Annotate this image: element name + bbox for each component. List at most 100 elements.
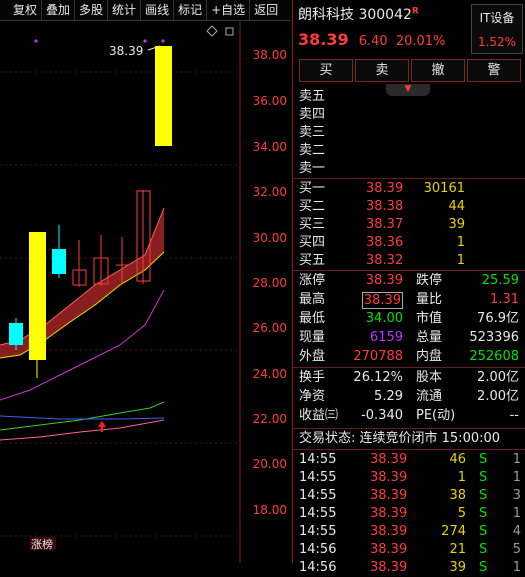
stat-label: 市值 [416, 311, 443, 326]
toolbar-draw-line[interactable]: 画线 [141, 0, 175, 20]
stat-value: 270788 [353, 349, 403, 364]
sell-button[interactable]: 卖 [355, 59, 409, 82]
tick-price: 38.39 [370, 560, 408, 575]
tick-volume: 39 [449, 560, 466, 575]
tick-time: 14:55 [299, 524, 337, 539]
toolbar-mark[interactable]: 标记 [174, 0, 208, 20]
peak-price-label: 38.39 [109, 44, 143, 58]
expand-icon[interactable] [225, 27, 234, 36]
ask-label: 卖五 [299, 89, 326, 104]
stat-value: 26.12% [353, 370, 403, 385]
tick-time: 14:55 [299, 488, 337, 503]
toolbar-back[interactable]: 返回 [250, 0, 282, 20]
tick-side: S [479, 488, 488, 503]
alert-button[interactable]: 警 [467, 59, 521, 82]
buy-button[interactable]: 买 [299, 59, 353, 82]
stat-value: 34.00 [365, 311, 403, 326]
stat-row: 最高 38.39 量比 1.31 [293, 291, 525, 309]
y-tick-label: 38.00 [253, 48, 287, 62]
stat-value: 523396 [469, 330, 519, 345]
toolbar-add-watchlist[interactable]: +自选 [207, 0, 251, 20]
toolbar: 复权 叠加 多股 统计 画线 标记 +自选 返回 [0, 0, 291, 21]
toolbar-overlay[interactable]: 叠加 [42, 0, 76, 20]
tick-count: 5 [512, 542, 521, 557]
y-tick-label: 20.00 [253, 457, 287, 471]
stat-row: 最低 34.00 市值 76.9亿 [293, 310, 525, 328]
toolbar-statistics[interactable]: 统计 [108, 0, 142, 20]
current-price: 38.39 [298, 30, 349, 49]
boll-band [0, 208, 164, 358]
stat-value: 38.39 [361, 292, 403, 309]
stat-value: 38.39 [365, 273, 403, 288]
tick-time: 14:55 [299, 470, 337, 485]
kline-chart[interactable]: 38.00 36.00 34.00 32.00 30.00 28.00 26.0… [0, 21, 292, 563]
ask-label: 卖三 [299, 125, 326, 140]
tick-side: S [479, 524, 488, 539]
sector-name: IT设备 [479, 11, 515, 25]
limit-up-rank-tag[interactable]: 涨榜 [31, 537, 53, 551]
stat-label: PE(动) [416, 408, 456, 423]
price-change: 6.40 [358, 34, 388, 49]
tick-price: 38.39 [370, 488, 408, 503]
stat-label: 收益㈢ [299, 408, 339, 423]
tick-time: 14:56 [299, 560, 337, 575]
bid-row[interactable]: 买三 38.37 39 [293, 216, 525, 234]
bid-row[interactable]: 买四 38.36 1 [293, 234, 525, 252]
tick-row: 14:56 38.39 39 S 1 [293, 559, 525, 577]
y-tick-label: 18.00 [253, 503, 287, 517]
tick-side: S [479, 470, 488, 485]
stat-label: 外盘 [299, 349, 326, 364]
y-tick-label: 24.00 [253, 367, 287, 381]
cancel-order-button[interactable]: 撤 [411, 59, 465, 82]
stat-value: 5.29 [374, 389, 403, 404]
bid-price: 38.38 [366, 199, 404, 214]
signal-dot [161, 39, 165, 43]
tick-price: 38.39 [370, 542, 408, 557]
stat-value: -0.340 [361, 408, 403, 423]
sector-box[interactable]: IT设备 1.52% [471, 4, 523, 54]
tick-volume: 21 [449, 542, 466, 557]
stat-row: 净资 5.29 流通 2.00亿 [293, 388, 525, 406]
ask-row-4: 卖四 [293, 106, 525, 124]
tick-price: 38.39 [370, 506, 408, 521]
bid-price: 38.37 [366, 217, 404, 232]
bid-label: 买二 [299, 199, 326, 214]
toolbar-multi-stock[interactable]: 多股 [75, 0, 109, 20]
signal-dot [34, 39, 38, 43]
stat-label: 量比 [416, 292, 443, 307]
tick-side: S [479, 452, 488, 467]
tick-volume: 274 [441, 524, 466, 539]
diamond-icon[interactable] [206, 25, 218, 37]
y-tick-label: 26.00 [253, 321, 287, 335]
bid-label: 买三 [299, 217, 326, 232]
tick-count: 1 [512, 506, 521, 521]
stat-value: -- [509, 408, 519, 423]
stat-value: 25.59 [481, 273, 519, 288]
stat-label: 净资 [299, 389, 326, 404]
bid-row[interactable]: 买五 38.32 1 [293, 252, 525, 270]
y-tick-label: 36.00 [253, 94, 287, 108]
stat-label: 换手 [299, 370, 326, 385]
toolbar-edge-icon [0, 0, 9, 20]
tick-price: 38.39 [370, 470, 408, 485]
signal-dot [143, 39, 147, 43]
stat-value: 1.31 [490, 292, 519, 307]
y-tick-label: 22.00 [253, 412, 287, 426]
bid-row[interactable]: 买二 38.38 44 [293, 198, 525, 216]
tick-row: 14:55 38.39 1 S 1 [293, 469, 525, 487]
stat-row: 现量 6159 总量 523396 [293, 329, 525, 347]
bid-row[interactable]: 买一 38.39 30161 [293, 180, 525, 198]
stat-label: 涨停 [299, 273, 326, 288]
tick-count: 1 [512, 560, 521, 575]
trading-status: 交易状态: 连续竞价闭市 15:00:00 [293, 430, 525, 448]
toolbar-restore-rights[interactable]: 复权 [9, 0, 43, 20]
stat-row: 涨停 38.39 跌停 25.59 [293, 272, 525, 290]
ma-line-green [0, 401, 165, 431]
bid-volume: 1 [456, 253, 465, 268]
candles [9, 46, 172, 378]
tick-count: 3 [512, 488, 521, 503]
stock-name: 朗科科技 [298, 7, 354, 23]
stat-row: 换手 26.12% 股本 2.00亿 [293, 369, 525, 387]
bid-label: 买五 [299, 253, 326, 268]
ma-line-blue [0, 415, 165, 420]
